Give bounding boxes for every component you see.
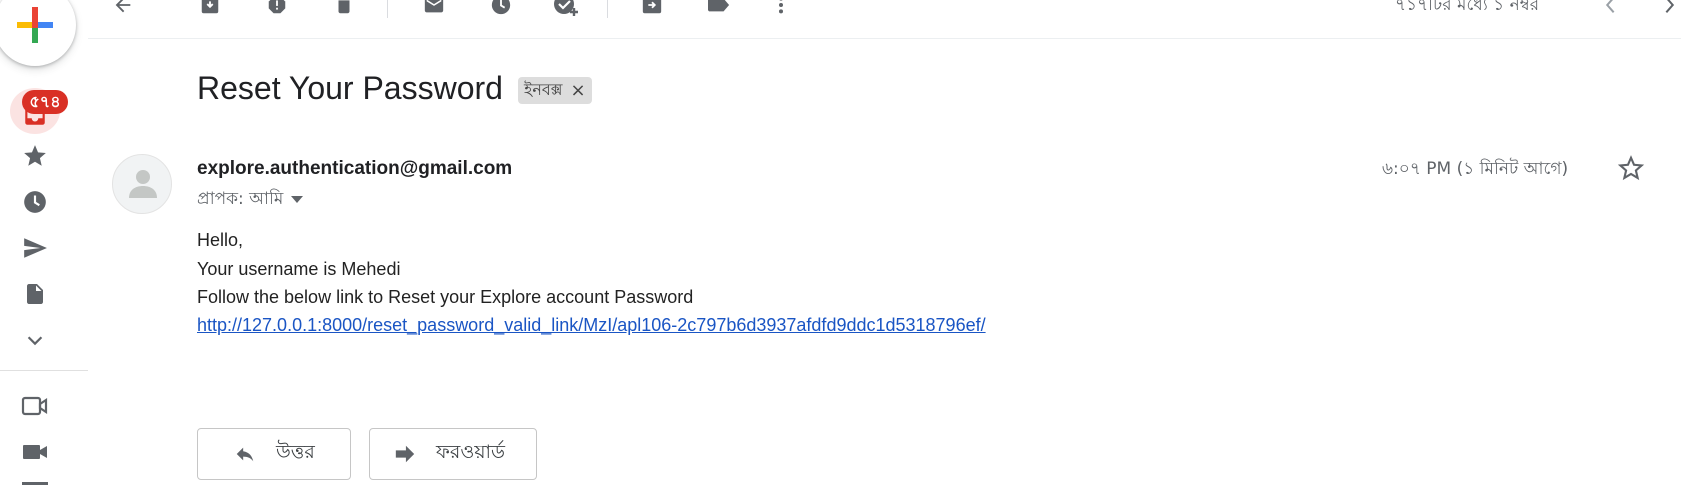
snooze-icon (491, 0, 511, 15)
sidebar-item-snoozed[interactable] (20, 187, 50, 217)
rail-divider (0, 370, 88, 371)
toolbar-separator (387, 0, 388, 18)
recipient-details[interactable]: প্রাপক: আমি (197, 186, 304, 214)
next-icon (1665, 0, 1675, 13)
clock-icon (24, 191, 46, 213)
star-icon (24, 145, 46, 166)
reply-button[interactable]: উত্তর (197, 428, 351, 480)
avatar-icon (129, 170, 157, 198)
report-spam-button[interactable] (263, 0, 291, 18)
pager-count: ৭১৭টির মধ্যে ১ নম্বর (1395, 0, 1540, 15)
star-message-button[interactable] (1617, 154, 1645, 187)
prev-message-button[interactable] (1596, 0, 1624, 18)
report-spam-icon (268, 0, 286, 14)
meet-new-meeting[interactable] (20, 391, 50, 421)
sender-avatar (112, 154, 172, 214)
draft-icon (27, 284, 43, 304)
reply-icon (236, 447, 254, 462)
delete-button[interactable] (330, 0, 358, 18)
star-outline-icon (1617, 155, 1645, 181)
toolbar-divider (88, 38, 1681, 39)
snooze-button[interactable] (487, 0, 515, 18)
add-to-tasks-button[interactable] (552, 0, 580, 18)
reset-password-link[interactable]: http://127.0.0.1:8000/reset_password_val… (197, 315, 986, 336)
inbox-label-chip[interactable]: ইনবক্স × (518, 77, 592, 104)
send-icon (24, 238, 47, 258)
sender-email: explore.authentication@gmail.com (197, 158, 513, 179)
move-to-button[interactable] (638, 0, 666, 18)
forward-label: ফরওয়ার্ড (436, 441, 506, 463)
new-meeting-icon (21, 396, 48, 416)
unread-badge: ৫৭৪ (22, 90, 68, 114)
compose-button[interactable] (0, 0, 76, 66)
reply-label: উত্তর (276, 441, 315, 463)
prev-icon (1605, 0, 1615, 13)
more-actions-button[interactable] (767, 0, 795, 18)
label-icon (708, 0, 730, 12)
add-task-icon (554, 0, 578, 16)
label-chip-text: ইনবক্স (524, 80, 563, 99)
more-icon (778, 0, 784, 14)
meet-join-meeting[interactable] (20, 437, 50, 467)
message-subject: Reset Your Password (197, 70, 503, 106)
forward-icon (395, 445, 415, 463)
label-button[interactable] (705, 0, 733, 18)
sidebar-item-sent[interactable] (20, 233, 50, 263)
message-timestamp: ৬:০৭ PM (১ মিনিট আগে) (1382, 159, 1569, 179)
recipient-text: প্রাপক: আমি (197, 189, 284, 209)
back-button[interactable] (109, 0, 137, 18)
archive-icon (201, 0, 219, 14)
sidebar-more-toggle[interactable] (20, 325, 50, 355)
forward-button[interactable]: ফরওয়ার্ড (369, 428, 537, 480)
mark-unread-icon (424, 0, 444, 13)
sidebar-item-drafts[interactable] (20, 279, 50, 309)
body-instruction: Follow the below link to Reset your Expl… (197, 287, 694, 307)
compose-plus-icon (17, 7, 53, 43)
back-arrow-icon (115, 0, 131, 13)
body-greeting: Hello, (197, 230, 244, 250)
toolbar-separator (607, 0, 608, 18)
video-icon (23, 445, 47, 459)
chevron-down-icon (27, 336, 43, 346)
dropdown-icon (291, 196, 304, 203)
next-message-button[interactable] (1656, 0, 1681, 18)
sidebar-item-starred[interactable] (20, 141, 50, 171)
mark-unread-button[interactable] (420, 0, 448, 18)
delete-icon (338, 0, 350, 14)
body-username: Your username is Mehedi (197, 259, 401, 279)
move-to-icon (642, 0, 662, 14)
hangouts-icon (22, 482, 48, 485)
archive-button[interactable] (196, 0, 224, 18)
remove-label-button[interactable]: × (571, 80, 586, 101)
